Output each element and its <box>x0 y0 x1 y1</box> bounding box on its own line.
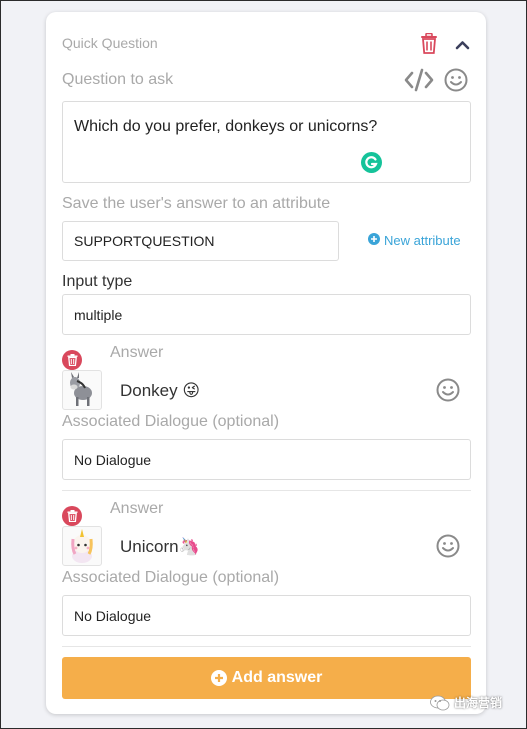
dialogue-value: No Dialogue <box>74 607 152 624</box>
grammarly-button[interactable] <box>361 152 382 178</box>
trash-icon <box>67 510 78 522</box>
emoji-icon <box>444 68 468 96</box>
answer-text: Donkey 😜 <box>120 381 201 400</box>
save-attribute-label: Save the user's answer to an attribute <box>62 195 331 212</box>
emoji-icon <box>436 534 460 562</box>
trash-icon <box>67 354 78 366</box>
donkey-thumbnail[interactable] <box>62 370 102 410</box>
code-button[interactable] <box>404 68 434 97</box>
input-type-label: Input type <box>62 273 133 290</box>
block-title: Quick Question <box>62 35 158 51</box>
question-label: Question to ask <box>62 71 174 88</box>
delete-block-button[interactable] <box>420 33 438 54</box>
wechat-icon <box>430 695 450 711</box>
chevron-up-icon <box>455 37 470 54</box>
answer-divider <box>62 490 471 491</box>
question-emoji-button[interactable] <box>444 68 468 97</box>
code-icon <box>404 68 434 96</box>
question-textarea[interactable]: Which do you prefer, donkeys or unicorns… <box>62 101 471 183</box>
add-answer-button[interactable]: Add answer <box>62 657 471 699</box>
answer-text: Unicorn🦄 <box>120 537 200 556</box>
trash-icon <box>420 33 438 54</box>
delete-answer-button[interactable] <box>62 506 82 526</box>
dialogue-label: Associated Dialogue (optional) <box>62 413 280 430</box>
attribute-input[interactable]: SUPPORTQUESTION <box>62 221 339 261</box>
add-answer-label: Add answer <box>231 669 323 686</box>
dialogue-label: Associated Dialogue (optional) <box>62 569 280 586</box>
answer-divider <box>62 646 471 647</box>
grammarly-icon <box>361 152 382 177</box>
attribute-value: SUPPORTQUESTION <box>74 233 215 249</box>
answer-emoji-button[interactable] <box>436 378 460 407</box>
watermark-text: 出海营销 <box>454 696 503 710</box>
collapse-button[interactable] <box>455 37 470 55</box>
answer-label: Answer <box>110 344 164 361</box>
dialogue-value: No Dialogue <box>74 451 152 468</box>
dialogue-select[interactable]: No Dialogue <box>62 439 471 480</box>
delete-answer-button[interactable] <box>62 350 82 370</box>
plus-circle-icon <box>368 233 380 248</box>
watermark: 出海营销 <box>430 694 502 711</box>
answer-label: Answer <box>110 500 164 517</box>
new-attribute-label: New attribute <box>384 233 461 248</box>
unicorn-thumbnail[interactable] <box>62 526 102 566</box>
input-type-value: multiple <box>74 306 123 323</box>
answer-emoji-button[interactable] <box>436 534 460 563</box>
new-attribute-link[interactable]: New attribute <box>368 233 461 248</box>
plus-circle-icon <box>210 670 227 686</box>
question-text: Which do you prefer, donkeys or unicorns… <box>74 118 378 135</box>
emoji-icon <box>436 378 460 406</box>
input-type-select[interactable]: multiple <box>62 294 471 335</box>
dialogue-select[interactable]: No Dialogue <box>62 595 471 636</box>
